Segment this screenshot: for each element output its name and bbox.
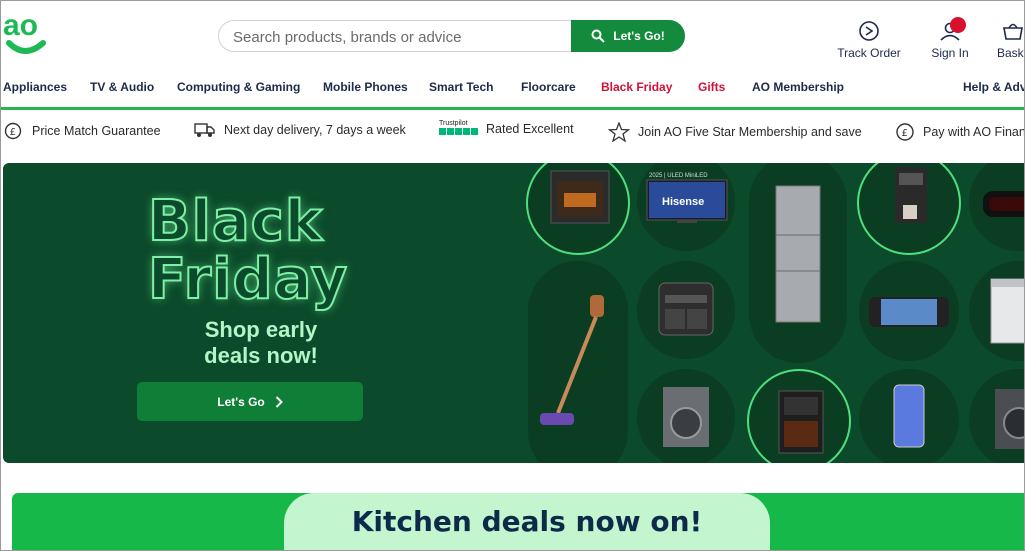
search-input[interactable] [233,26,563,48]
hero-subtitle-line1: Shop early [204,317,318,342]
usp-membership-label: Join AO Five Star Membership and save [638,125,862,139]
logo-text: ao [3,11,38,42]
product-double-oven[interactable] [747,369,851,463]
usp-finance-label: Pay with AO Finan [923,125,1025,139]
page: ao Let's Go! Track Order Sign In Baske A… [0,0,1025,551]
nav-item-black-friday[interactable]: Black Friday [601,80,672,94]
trustpilot-brand: Trustpilot [439,119,468,127]
search-button-label: Let's Go! [613,29,665,43]
nav-item-help-advice[interactable]: Help & Advi [963,80,1024,94]
usp-delivery-label: Next day delivery, 7 days a week [224,123,406,137]
oven-image [550,170,610,224]
track-order-icon [859,21,879,41]
product-coffee-machine[interactable] [857,163,961,255]
usp-delivery[interactable]: Next day delivery, 7 days a week [194,122,406,138]
nav-item-gifts[interactable]: Gifts [698,80,725,94]
usp-membership[interactable]: Join AO Five Star Membership and save [608,122,862,142]
washer-dark-image [995,389,1024,449]
basket-icon [1003,23,1023,40]
hero-title-line2: Friday [147,247,349,312]
nav-item-ao-membership[interactable]: AO Membership [752,80,844,94]
ao-logo[interactable]: ao [3,11,51,63]
hero-cta-button[interactable]: Let's Go [137,382,363,421]
kitchen-deals-banner[interactable]: Kitchen deals now on! [12,493,1024,550]
coffee-machine-image [895,167,927,223]
product-washer-dark[interactable] [969,369,1024,463]
product-speaker[interactable] [969,163,1024,251]
search-bar: Let's Go! [218,20,685,52]
tv-caption: 2025 | ULED MiniLED [649,173,708,179]
sign-in-label: Sign In [931,46,969,60]
basket-button[interactable]: Baske [997,19,1024,60]
air-fryer-image [658,282,714,336]
hero-subtitle: Shop early deals now! [181,317,341,369]
washing-machine-image [663,387,709,447]
product-washing-machine[interactable] [637,369,735,463]
star-icon [608,122,630,142]
nav-item-tv-audio[interactable]: TV & Audio [90,80,154,94]
tv-brand: Hisense [662,196,704,208]
nav-item-smart-tech[interactable]: Smart Tech [429,80,493,94]
product-fridge[interactable] [749,163,847,363]
trustpilot-stars-icon [439,127,478,135]
hero-title: Black Friday [147,189,349,312]
nav-item-mobile-phones[interactable]: Mobile Phones [323,80,408,94]
track-order-button[interactable]: Track Order [835,19,903,60]
hero-subtitle-line2: deals now! [204,343,318,368]
product-air-fryer[interactable] [637,261,735,359]
black-friday-hero[interactable]: Black Friday Shop early deals now! Let's… [3,163,1024,463]
svg-text:£: £ [902,128,908,139]
usp-price-match-label: Price Match Guarantee [32,124,161,138]
chevron-right-icon [275,395,283,408]
search-button[interactable]: Let's Go! [571,20,685,52]
coin-stack-icon: £ [896,123,914,141]
product-tv[interactable]: Hisense 2025 | ULED MiniLED [637,163,735,251]
tv-image: Hisense 2025 | ULED MiniLED [646,173,728,223]
search-icon [591,29,605,43]
kitchen-deals-inner: Kitchen deals now on! [284,493,770,550]
track-order-label: Track Order [837,46,901,60]
basket-label: Baske [997,46,1024,60]
main-nav: Appliances TV & Audio Computing & Gaming… [1,80,1024,98]
double-oven-image [778,390,824,454]
phone-image [893,384,925,448]
nav-item-floorcare[interactable]: Floorcare [521,80,576,94]
kitchen-deals-text: Kitchen deals now on! [351,505,703,538]
product-grid: Hisense 2025 | ULED MiniLED [523,163,1024,463]
usp-trustpilot[interactable]: Trustpilot Rated Excellent [439,118,574,136]
fridge-image [775,185,821,323]
usp-price-match[interactable]: £ Price Match Guarantee [4,122,161,140]
nav-item-computing-gaming[interactable]: Computing & Gaming [177,80,300,94]
product-oven[interactable] [526,163,630,255]
trustpilot-badge: Trustpilot [439,120,478,135]
nav-item-appliances[interactable]: Appliances [3,80,67,94]
hero-cta-label: Let's Go [217,394,265,409]
delivery-truck-icon [194,123,215,137]
svg-text:£: £ [10,127,16,138]
dishwasher-image [990,278,1024,344]
vacuum-image [540,295,604,425]
sign-in-button[interactable]: Sign In [929,17,971,60]
hero-title-line1: Black [147,189,324,254]
product-vacuum[interactable] [528,261,628,463]
notification-badge [950,17,966,33]
pound-circle-icon: £ [4,122,22,140]
usp-bar: £ Price Match Guarantee Next day deliver… [1,110,1025,150]
product-game-console[interactable] [859,261,959,361]
game-console-image [869,297,949,327]
usp-rated-label: Rated Excellent [486,122,574,136]
usp-finance[interactable]: £ Pay with AO Finan [895,122,1025,142]
speaker-image [983,191,1024,217]
product-dishwasher[interactable] [969,261,1024,361]
product-phone[interactable] [859,369,959,463]
